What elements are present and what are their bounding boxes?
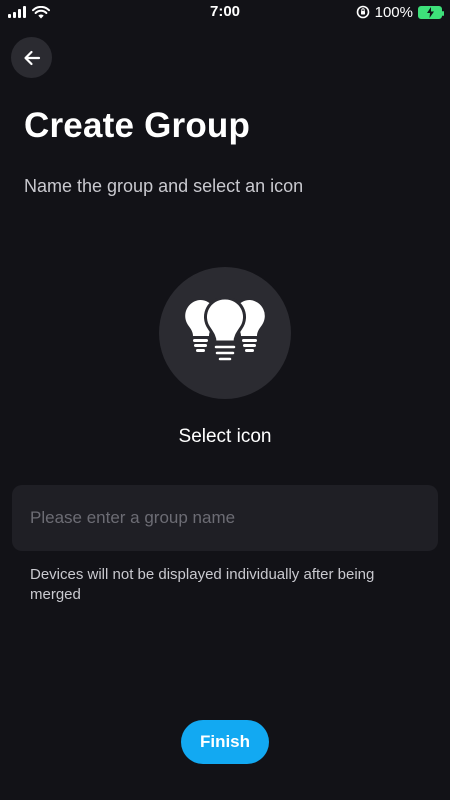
select-icon-label[interactable]: Select icon [0,426,450,448]
status-bar: 7:00 100% [0,0,450,24]
arrow-left-icon [23,50,40,65]
back-button[interactable] [11,37,52,78]
wifi-icon [32,5,50,18]
merge-note: Devices will not be displayed individual… [30,566,375,603]
battery-charging-icon [418,5,444,19]
page-subtitle: Name the group and select an icon [24,176,304,196]
light-bulbs-icon [185,298,265,362]
status-right: 100% [356,3,444,21]
battery-percent: 100% [374,3,413,21]
group-name-input[interactable] [12,485,438,551]
create-group-screen: 7:00 100% Create Group Name the group an… [0,0,450,800]
status-left [8,5,128,19]
page-title: Create Group [24,106,251,145]
finish-button[interactable]: Finish [181,720,269,764]
group-icon-picker[interactable] [159,267,291,399]
signal-icon [8,6,26,18]
orientation-lock-icon [356,5,369,19]
